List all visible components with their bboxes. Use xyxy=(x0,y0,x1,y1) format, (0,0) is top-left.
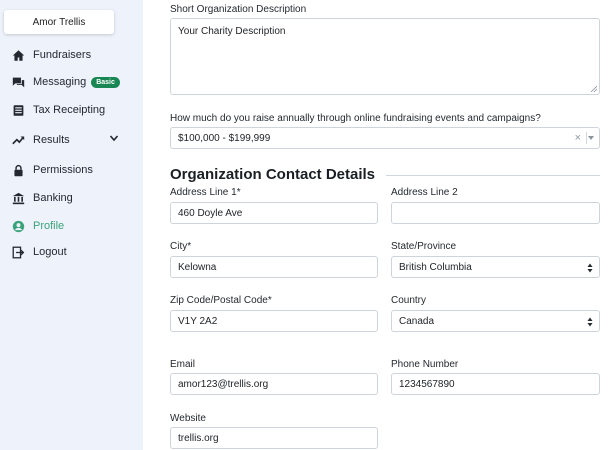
sidebar-item-results[interactable]: Results xyxy=(12,130,119,150)
profile-form: Short Organization Description Your Char… xyxy=(143,0,612,450)
sidebar-item-label: Banking xyxy=(33,192,73,204)
phone-input[interactable]: 1234567890 xyxy=(391,373,600,395)
annual-raise-label: How much do you raise annually through o… xyxy=(170,113,541,124)
org-name: Amor Trellis xyxy=(32,16,86,28)
org-name-card[interactable]: Amor Trellis xyxy=(4,10,114,34)
annual-raise-select[interactable]: $100,000 - $199,999 × xyxy=(170,127,600,149)
logout-icon xyxy=(12,246,25,259)
email-value: amor123@trellis.org xyxy=(178,378,269,390)
city-label: City* xyxy=(170,241,192,252)
clear-icon[interactable]: × xyxy=(575,132,581,144)
sidebar-item-label: Results xyxy=(33,134,70,146)
dropdown-arrow-icon[interactable] xyxy=(588,136,594,140)
sidebar-item-permissions[interactable]: Permissions xyxy=(12,160,93,180)
website-input[interactable]: trellis.org xyxy=(170,427,378,449)
sidebar-item-tax-receipting[interactable]: Tax Receipting xyxy=(12,100,105,120)
city-value: Kelowna xyxy=(178,261,217,273)
zip-value: V1Y 2A2 xyxy=(178,315,218,327)
bank-icon xyxy=(12,192,25,205)
sidebar-item-label: Fundraisers xyxy=(33,49,92,61)
address2-label: Address Line 2 xyxy=(391,187,458,198)
section-divider xyxy=(386,175,600,176)
section-title: Organization Contact Details xyxy=(170,166,376,183)
email-input[interactable]: amor123@trellis.org xyxy=(170,373,378,395)
country-label: Country xyxy=(391,295,427,306)
plan-badge: Basic xyxy=(91,76,120,88)
sidebar-item-label: Permissions xyxy=(33,164,93,176)
sidebar-item-banking[interactable]: Banking xyxy=(12,188,73,208)
trending-up-icon xyxy=(12,134,25,147)
lock-icon xyxy=(12,164,25,177)
sidebar-item-logout[interactable]: Logout xyxy=(12,242,67,262)
sidebar-item-messaging[interactable]: Messaging Basic xyxy=(12,72,120,92)
address1-label: Address Line 1* xyxy=(170,187,241,198)
address1-value: 460 Doyle Ave xyxy=(178,207,243,219)
sidebar-item-label: Profile xyxy=(33,220,65,232)
chat-icon xyxy=(12,76,25,89)
chevron-down-icon[interactable] xyxy=(109,133,119,143)
sidebar-item-label: Logout xyxy=(33,246,67,258)
phone-label: Phone Number xyxy=(391,359,459,370)
state-select[interactable]: British Columbia xyxy=(391,256,600,278)
annual-raise-value: $100,000 - $199,999 xyxy=(178,132,271,144)
phone-value: 1234567890 xyxy=(399,378,455,390)
short-description-textarea[interactable]: Your Charity Description xyxy=(170,18,600,95)
address1-input[interactable]: 460 Doyle Ave xyxy=(170,202,378,224)
zip-input[interactable]: V1Y 2A2 xyxy=(170,310,378,332)
sidebar-item-fundraisers[interactable]: Fundraisers xyxy=(12,45,91,65)
state-label: State/Province xyxy=(391,241,457,252)
user-circle-icon xyxy=(12,220,25,233)
city-input[interactable]: Kelowna xyxy=(170,256,378,278)
country-select[interactable]: Canada xyxy=(391,310,600,332)
short-description-label: Short Organization Description xyxy=(170,4,307,15)
short-description-value: Your Charity Description xyxy=(178,26,286,37)
address2-input[interactable] xyxy=(391,202,600,224)
email-label: Email xyxy=(170,359,196,370)
website-value: trellis.org xyxy=(178,432,219,444)
receipt-icon xyxy=(12,104,25,117)
resize-handle-icon[interactable] xyxy=(591,86,597,92)
sidebar-item-label: Messaging xyxy=(33,76,87,88)
select-separator xyxy=(586,132,587,144)
country-value: Canada xyxy=(399,315,435,327)
state-value: British Columbia xyxy=(399,261,472,273)
sidebar: Amor Trellis Fundraisers Messaging Basic… xyxy=(0,0,143,450)
sidebar-item-label: Tax Receipting xyxy=(33,104,106,116)
home-icon xyxy=(12,49,25,62)
select-caret-icon xyxy=(587,317,593,327)
select-caret-icon xyxy=(587,263,593,273)
website-label: Website xyxy=(170,413,206,424)
zip-label: Zip Code/Postal Code* xyxy=(170,295,272,306)
sidebar-item-profile[interactable]: Profile xyxy=(12,216,64,236)
